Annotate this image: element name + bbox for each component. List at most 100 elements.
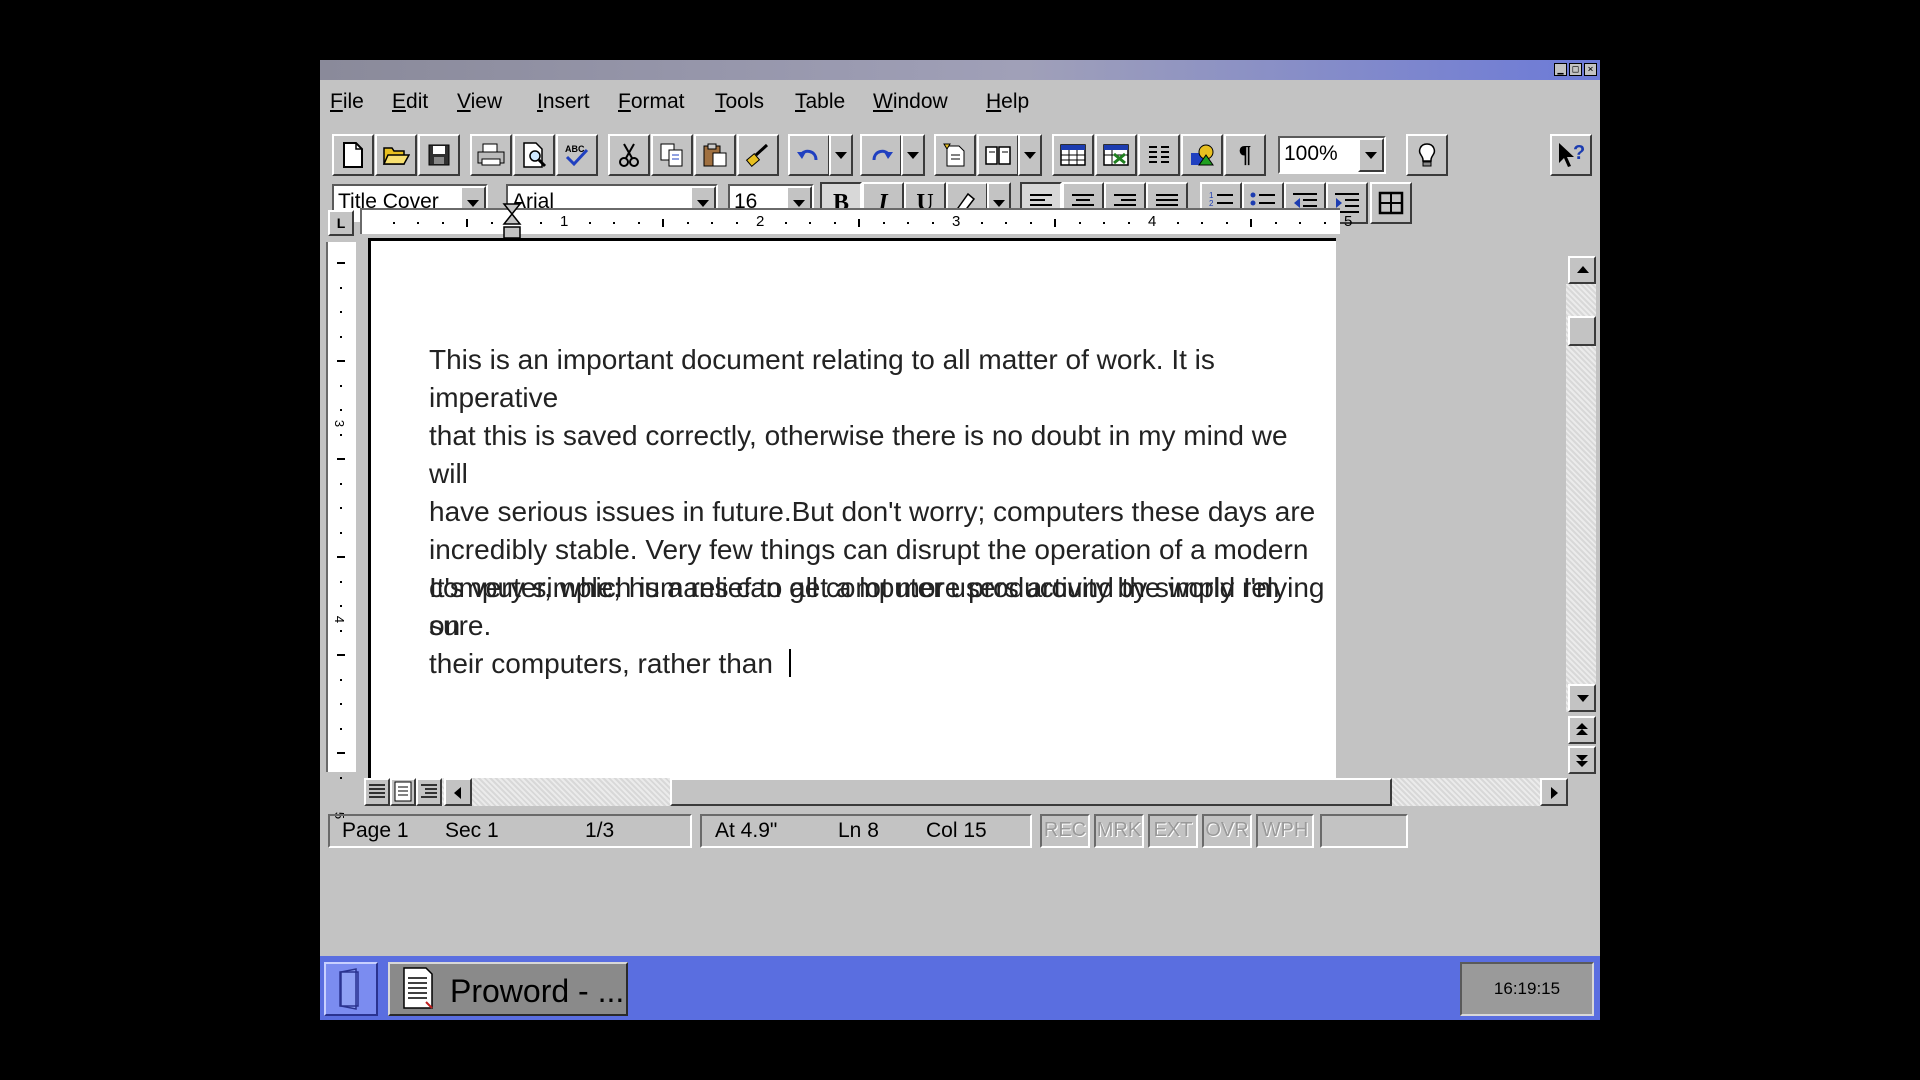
ruler-tick xyxy=(907,222,909,224)
spell-check-icon[interactable]: ABC xyxy=(556,134,598,176)
new-document-icon[interactable] xyxy=(332,134,374,176)
redo-dropdown-icon[interactable] xyxy=(901,134,925,176)
paragraph-2-text: It's very simple; humans can get a lot m… xyxy=(429,572,1325,679)
horizontal-scrollbar[interactable] xyxy=(364,778,1568,806)
vertical-ruler-tick xyxy=(340,507,342,509)
print-preview-icon[interactable] xyxy=(513,134,555,176)
maximize-button[interactable]: □ xyxy=(1569,63,1582,76)
status-at: At 4.9" xyxy=(715,819,778,842)
scroll-left-button[interactable] xyxy=(444,778,472,806)
ruler-tick xyxy=(882,222,885,224)
normal-view-icon[interactable] xyxy=(364,778,390,806)
scroll-right-button[interactable] xyxy=(1540,778,1568,806)
menu-edit[interactable]: Edit xyxy=(392,90,428,114)
ruler-number: 3 xyxy=(952,213,961,230)
ruler-tick xyxy=(1103,222,1105,224)
show-formatting-icon[interactable]: ¶ xyxy=(1224,134,1266,176)
vertical-ruler-tick xyxy=(340,580,342,583)
save-icon[interactable] xyxy=(418,134,460,176)
next-page-button[interactable] xyxy=(1568,746,1596,774)
menu-insert[interactable]: Insert xyxy=(537,90,590,114)
menu-view[interactable]: View xyxy=(457,90,502,114)
format-painter-icon[interactable] xyxy=(737,134,779,176)
vertical-ruler-tick xyxy=(340,776,342,779)
vertical-ruler-tick xyxy=(340,605,342,607)
status-page: Page 1 xyxy=(342,819,409,842)
minimize-button[interactable]: ▁ xyxy=(1554,63,1567,76)
columns-icon[interactable] xyxy=(1138,134,1180,176)
ruler-tick xyxy=(662,219,664,227)
undo-icon[interactable] xyxy=(788,134,830,176)
menu-table[interactable]: Table xyxy=(795,90,845,114)
vertical-ruler-tick xyxy=(337,654,345,656)
start-button[interactable] xyxy=(324,962,378,1016)
ruler-tick xyxy=(1225,222,1228,224)
menu-window[interactable]: Window xyxy=(873,90,948,114)
vertical-ruler-tick xyxy=(340,433,342,436)
tab-type-button[interactable]: L xyxy=(328,210,354,236)
status-extra-field xyxy=(1320,814,1408,848)
status-mrk[interactable]: MRK xyxy=(1094,814,1144,848)
taskbar-app-button[interactable]: Proword - ... xyxy=(388,962,628,1016)
drawing-icon[interactable] xyxy=(1181,134,1223,176)
vertical-ruler-tick xyxy=(340,286,342,289)
zoom-dropdown-icon[interactable] xyxy=(1358,138,1384,172)
vertical-ruler-tick xyxy=(337,360,345,362)
status-bar: Page 1 Sec 1 1/3 At 4.9" Ln 8 Col 15 REC… xyxy=(320,812,1600,852)
ruler-number: 4 xyxy=(1148,213,1157,230)
ruler-number: 2 xyxy=(756,213,765,230)
cut-icon[interactable] xyxy=(608,134,650,176)
paste-icon[interactable] xyxy=(694,134,736,176)
status-rec[interactable]: REC xyxy=(1040,814,1090,848)
indent-marker-icon[interactable] xyxy=(500,202,530,242)
document-page[interactable]: This is an important document relating t… xyxy=(368,238,1336,778)
insert-address-icon[interactable] xyxy=(934,134,976,176)
insert-book-dropdown-icon[interactable] xyxy=(1018,134,1042,176)
ruler-number: 1 xyxy=(560,213,569,230)
vertical-ruler-tick xyxy=(340,727,342,730)
context-help-icon[interactable]: ? xyxy=(1550,134,1592,176)
tip-bulb-icon[interactable] xyxy=(1406,134,1448,176)
menu-format[interactable]: Format xyxy=(618,90,685,114)
status-ovr[interactable]: OVR xyxy=(1202,814,1252,848)
insert-table-icon[interactable] xyxy=(1052,134,1094,176)
scroll-up-button[interactable] xyxy=(1568,256,1596,284)
title-bar[interactable]: ▁ □ × xyxy=(320,60,1600,80)
status-ext[interactable]: EXT xyxy=(1148,814,1198,848)
paragraph-2[interactable]: It's very simple; humans can get a lot m… xyxy=(429,569,1329,683)
open-folder-icon[interactable] xyxy=(375,134,417,176)
status-section: Sec 1 xyxy=(445,819,499,842)
status-wph[interactable]: WPH xyxy=(1256,814,1314,848)
ruler-tick xyxy=(1250,219,1252,227)
vertical-scrollbar[interactable] xyxy=(1566,284,1596,712)
close-button[interactable]: × xyxy=(1584,63,1597,76)
ruler-tick xyxy=(490,222,493,224)
vertical-ruler[interactable]: 345 xyxy=(326,242,356,819)
vertical-scroll-thumb[interactable] xyxy=(1568,316,1596,346)
page-layout-view-icon[interactable] xyxy=(390,778,416,806)
ruler-tick xyxy=(637,222,640,224)
outline-view-icon[interactable] xyxy=(416,778,442,806)
zoom-select[interactable]: 100% xyxy=(1278,136,1386,174)
text-cursor xyxy=(788,649,791,677)
ruler-tick xyxy=(1299,222,1301,224)
copy-icon[interactable] xyxy=(651,134,693,176)
menu-help[interactable]: Help xyxy=(986,90,1029,114)
horizontal-ruler[interactable]: L 1 2 3 4 5 xyxy=(320,202,1600,242)
menu-file[interactable]: File xyxy=(330,90,364,114)
print-icon[interactable] xyxy=(470,134,512,176)
ruler-tick xyxy=(613,222,615,224)
undo-dropdown-icon[interactable] xyxy=(829,134,853,176)
ruler-tick xyxy=(441,222,444,224)
horizontal-scroll-thumb[interactable] xyxy=(670,778,1392,806)
vertical-ruler-tick xyxy=(337,262,345,264)
insert-book-icon[interactable] xyxy=(977,134,1019,176)
scroll-down-button[interactable] xyxy=(1568,684,1596,712)
previous-page-button[interactable] xyxy=(1568,716,1596,744)
insert-spreadsheet-icon[interactable] xyxy=(1095,134,1137,176)
redo-icon[interactable] xyxy=(860,134,902,176)
ruler-tick xyxy=(711,222,713,224)
ruler-tick xyxy=(539,222,542,224)
menu-tools[interactable]: Tools xyxy=(715,90,764,114)
ruler-tick xyxy=(417,222,419,224)
